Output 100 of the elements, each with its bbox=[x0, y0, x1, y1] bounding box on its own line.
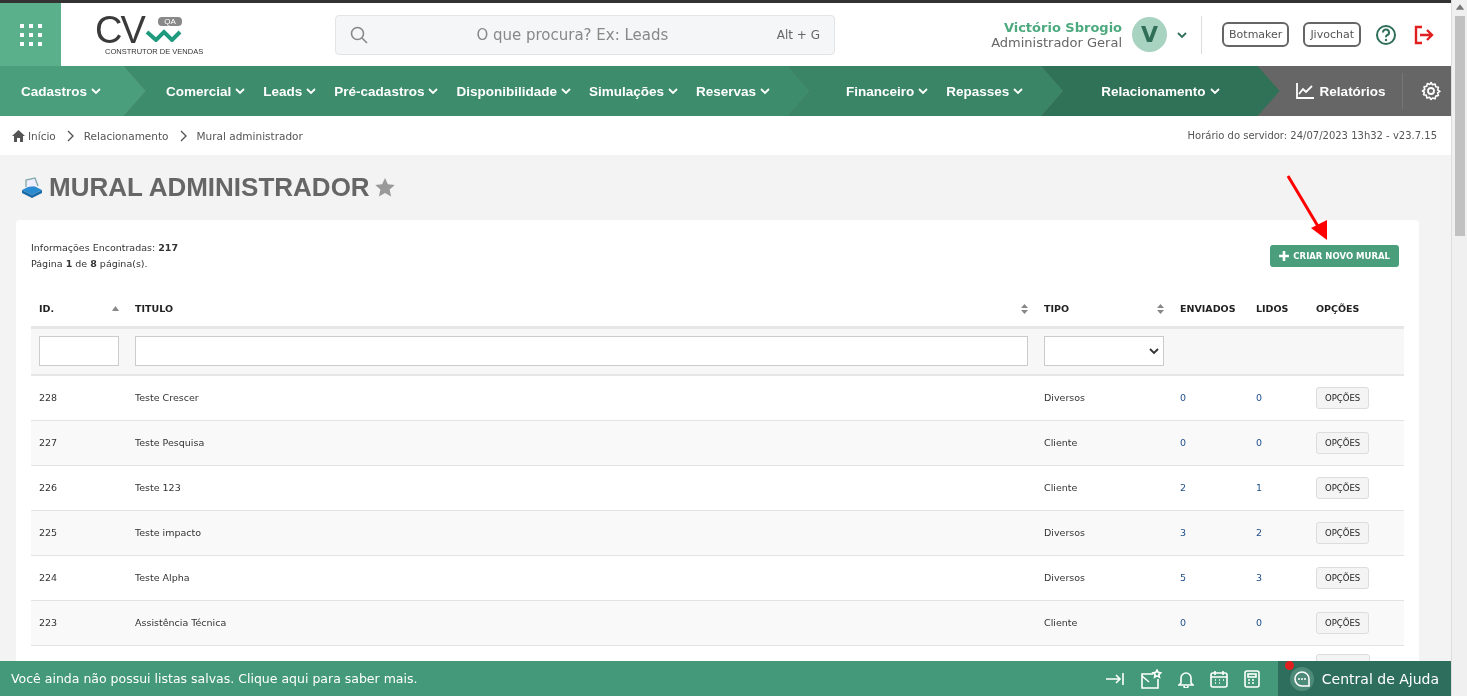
page-title: MURAL ADMINISTRADOR bbox=[49, 172, 370, 203]
search-input[interactable]: O que procura? Ex: Leads bbox=[368, 24, 777, 45]
table-cell: Teste 123 bbox=[135, 482, 181, 493]
user-role: Administrador Geral bbox=[991, 34, 1123, 50]
logout-icon[interactable] bbox=[1413, 24, 1435, 45]
table-cell: Teste impacto bbox=[135, 527, 202, 538]
options-button[interactable]: OPÇÕES bbox=[1316, 611, 1370, 634]
table-cell: Diversos bbox=[1044, 392, 1086, 404]
user-name: Victório Sbrogio bbox=[1003, 19, 1123, 35]
reports-link[interactable]: Relatórios bbox=[1279, 73, 1403, 109]
count-link[interactable]: 2 bbox=[1256, 527, 1263, 538]
table-cell: Teste Crescer bbox=[135, 392, 199, 404]
nav-menu-item[interactable]: Repasses bbox=[946, 83, 1024, 99]
shortcut-hint: Alt + G bbox=[776, 27, 820, 42]
count-link[interactable]: 3 bbox=[1180, 527, 1187, 538]
sort-icon[interactable] bbox=[1157, 303, 1164, 314]
options-button[interactable]: OPÇÕES bbox=[1316, 386, 1370, 409]
column-header: TIPO bbox=[1044, 303, 1070, 315]
server-time: Horário do servidor: 24/07/2023 13h32 - v23.7.15 bbox=[1187, 130, 1437, 141]
column-header: ENVIADOS bbox=[1180, 303, 1236, 315]
nav-menu-item[interactable]: Financeiro bbox=[846, 83, 929, 99]
chevron-icon bbox=[65, 129, 74, 142]
logo-text: CV bbox=[95, 12, 144, 47]
table-cell: 228 bbox=[39, 392, 58, 404]
search-field[interactable]: O que procura? Ex: Leads Alt + G bbox=[335, 14, 835, 55]
table-cell: Diversos bbox=[1044, 527, 1086, 538]
nav-menu-item[interactable]: Disponibilidade bbox=[456, 83, 571, 99]
caret-icon bbox=[560, 86, 571, 96]
sort-ascending-icon[interactable] bbox=[112, 306, 119, 312]
home-icon bbox=[12, 129, 25, 142]
table-cell: 226 bbox=[39, 482, 58, 493]
nav-menu-item[interactable]: Leads bbox=[263, 83, 317, 99]
table-cell: 224 bbox=[39, 572, 58, 583]
search-icon bbox=[350, 25, 368, 44]
breadcrumb-link[interactable]: Relacionamento bbox=[83, 129, 169, 142]
caret-icon bbox=[918, 86, 929, 96]
caret-icon bbox=[91, 86, 102, 96]
printer-icon bbox=[20, 176, 44, 199]
caret-icon bbox=[428, 86, 439, 96]
count-link[interactable]: 0 bbox=[1256, 437, 1263, 448]
caret-icon[interactable] bbox=[1177, 29, 1188, 40]
nav-menu-item[interactable]: Simulações bbox=[588, 83, 678, 99]
calendar-icon[interactable] bbox=[1209, 669, 1228, 688]
chevron-icon bbox=[178, 129, 187, 142]
caret-icon bbox=[667, 86, 678, 96]
summary-text: Página 1 de 8 página(s). bbox=[31, 257, 149, 271]
count-link[interactable]: 0 bbox=[1256, 392, 1263, 404]
options-button[interactable]: OPÇÕES bbox=[1316, 431, 1370, 454]
plus-icon bbox=[1279, 251, 1290, 261]
apps-menu-button[interactable] bbox=[0, 3, 61, 66]
caret-icon bbox=[1149, 346, 1159, 357]
table-cell: 223 bbox=[39, 617, 58, 628]
table-cell: 225 bbox=[39, 527, 58, 538]
table-cell: Teste Alpha bbox=[135, 572, 190, 583]
options-button[interactable]: OPÇÕES bbox=[1316, 476, 1370, 499]
filter-field[interactable] bbox=[39, 336, 119, 367]
count-link[interactable]: 1 bbox=[1256, 482, 1263, 493]
options-button[interactable]: OPÇÕES bbox=[1316, 521, 1370, 544]
logo-badge: QA bbox=[158, 17, 182, 26]
count-link[interactable]: 2 bbox=[1180, 482, 1187, 493]
count-link[interactable]: 5 bbox=[1180, 572, 1187, 583]
help-center-button[interactable]: Central de Ajuda bbox=[1277, 661, 1451, 696]
user-avatar[interactable]: V bbox=[1132, 17, 1168, 52]
mail-star-icon[interactable] bbox=[1139, 668, 1162, 689]
caret-icon bbox=[306, 86, 317, 96]
column-header: ID. bbox=[39, 303, 55, 315]
header-button[interactable]: Jivochat bbox=[1303, 22, 1361, 47]
help-icon[interactable] bbox=[1375, 23, 1397, 46]
caret-icon bbox=[235, 86, 246, 96]
count-link[interactable]: 3 bbox=[1256, 572, 1263, 583]
settings-icon[interactable] bbox=[1420, 81, 1441, 101]
table-cell: Assistência Técnica bbox=[135, 617, 227, 628]
header-button[interactable]: Botmaker bbox=[1222, 22, 1290, 47]
collapse-icon[interactable] bbox=[1105, 671, 1124, 686]
count-link[interactable]: 0 bbox=[1180, 437, 1187, 448]
line-chart-icon bbox=[1295, 83, 1314, 99]
table-cell: Cliente bbox=[1044, 617, 1078, 628]
scrollbar[interactable] bbox=[1451, 0, 1467, 696]
chat-icon bbox=[1289, 666, 1314, 691]
nav-menu-item[interactable]: Pré-cadastros bbox=[334, 83, 439, 99]
scrollbar-thumb[interactable] bbox=[1454, 16, 1465, 236]
filter-field[interactable] bbox=[135, 336, 1028, 367]
table-cell: Diversos bbox=[1044, 572, 1086, 583]
breadcrumb-link[interactable]: Início bbox=[28, 129, 56, 142]
nav-menu-item[interactable]: Reservas bbox=[695, 83, 770, 99]
nav-menu-item[interactable]: Comercial bbox=[166, 83, 246, 99]
count-link[interactable]: 0 bbox=[1256, 617, 1263, 628]
column-header: TITULO bbox=[135, 303, 173, 315]
options-button[interactable]: OPÇÕES bbox=[1316, 566, 1370, 589]
bell-icon[interactable] bbox=[1177, 669, 1194, 688]
nav-menu-item[interactable]: Relacionamento bbox=[1101, 83, 1220, 99]
sort-icon[interactable] bbox=[1021, 303, 1028, 314]
calculator-icon[interactable] bbox=[1243, 669, 1260, 688]
summary-text: Informações Encontradas: 217 bbox=[31, 241, 179, 255]
table-cell: Cliente bbox=[1044, 437, 1078, 448]
count-link[interactable]: 0 bbox=[1180, 392, 1187, 404]
caret-icon bbox=[760, 86, 770, 96]
grid-icon bbox=[19, 23, 42, 46]
star-icon[interactable] bbox=[374, 178, 395, 197]
count-link[interactable]: 0 bbox=[1180, 617, 1187, 628]
